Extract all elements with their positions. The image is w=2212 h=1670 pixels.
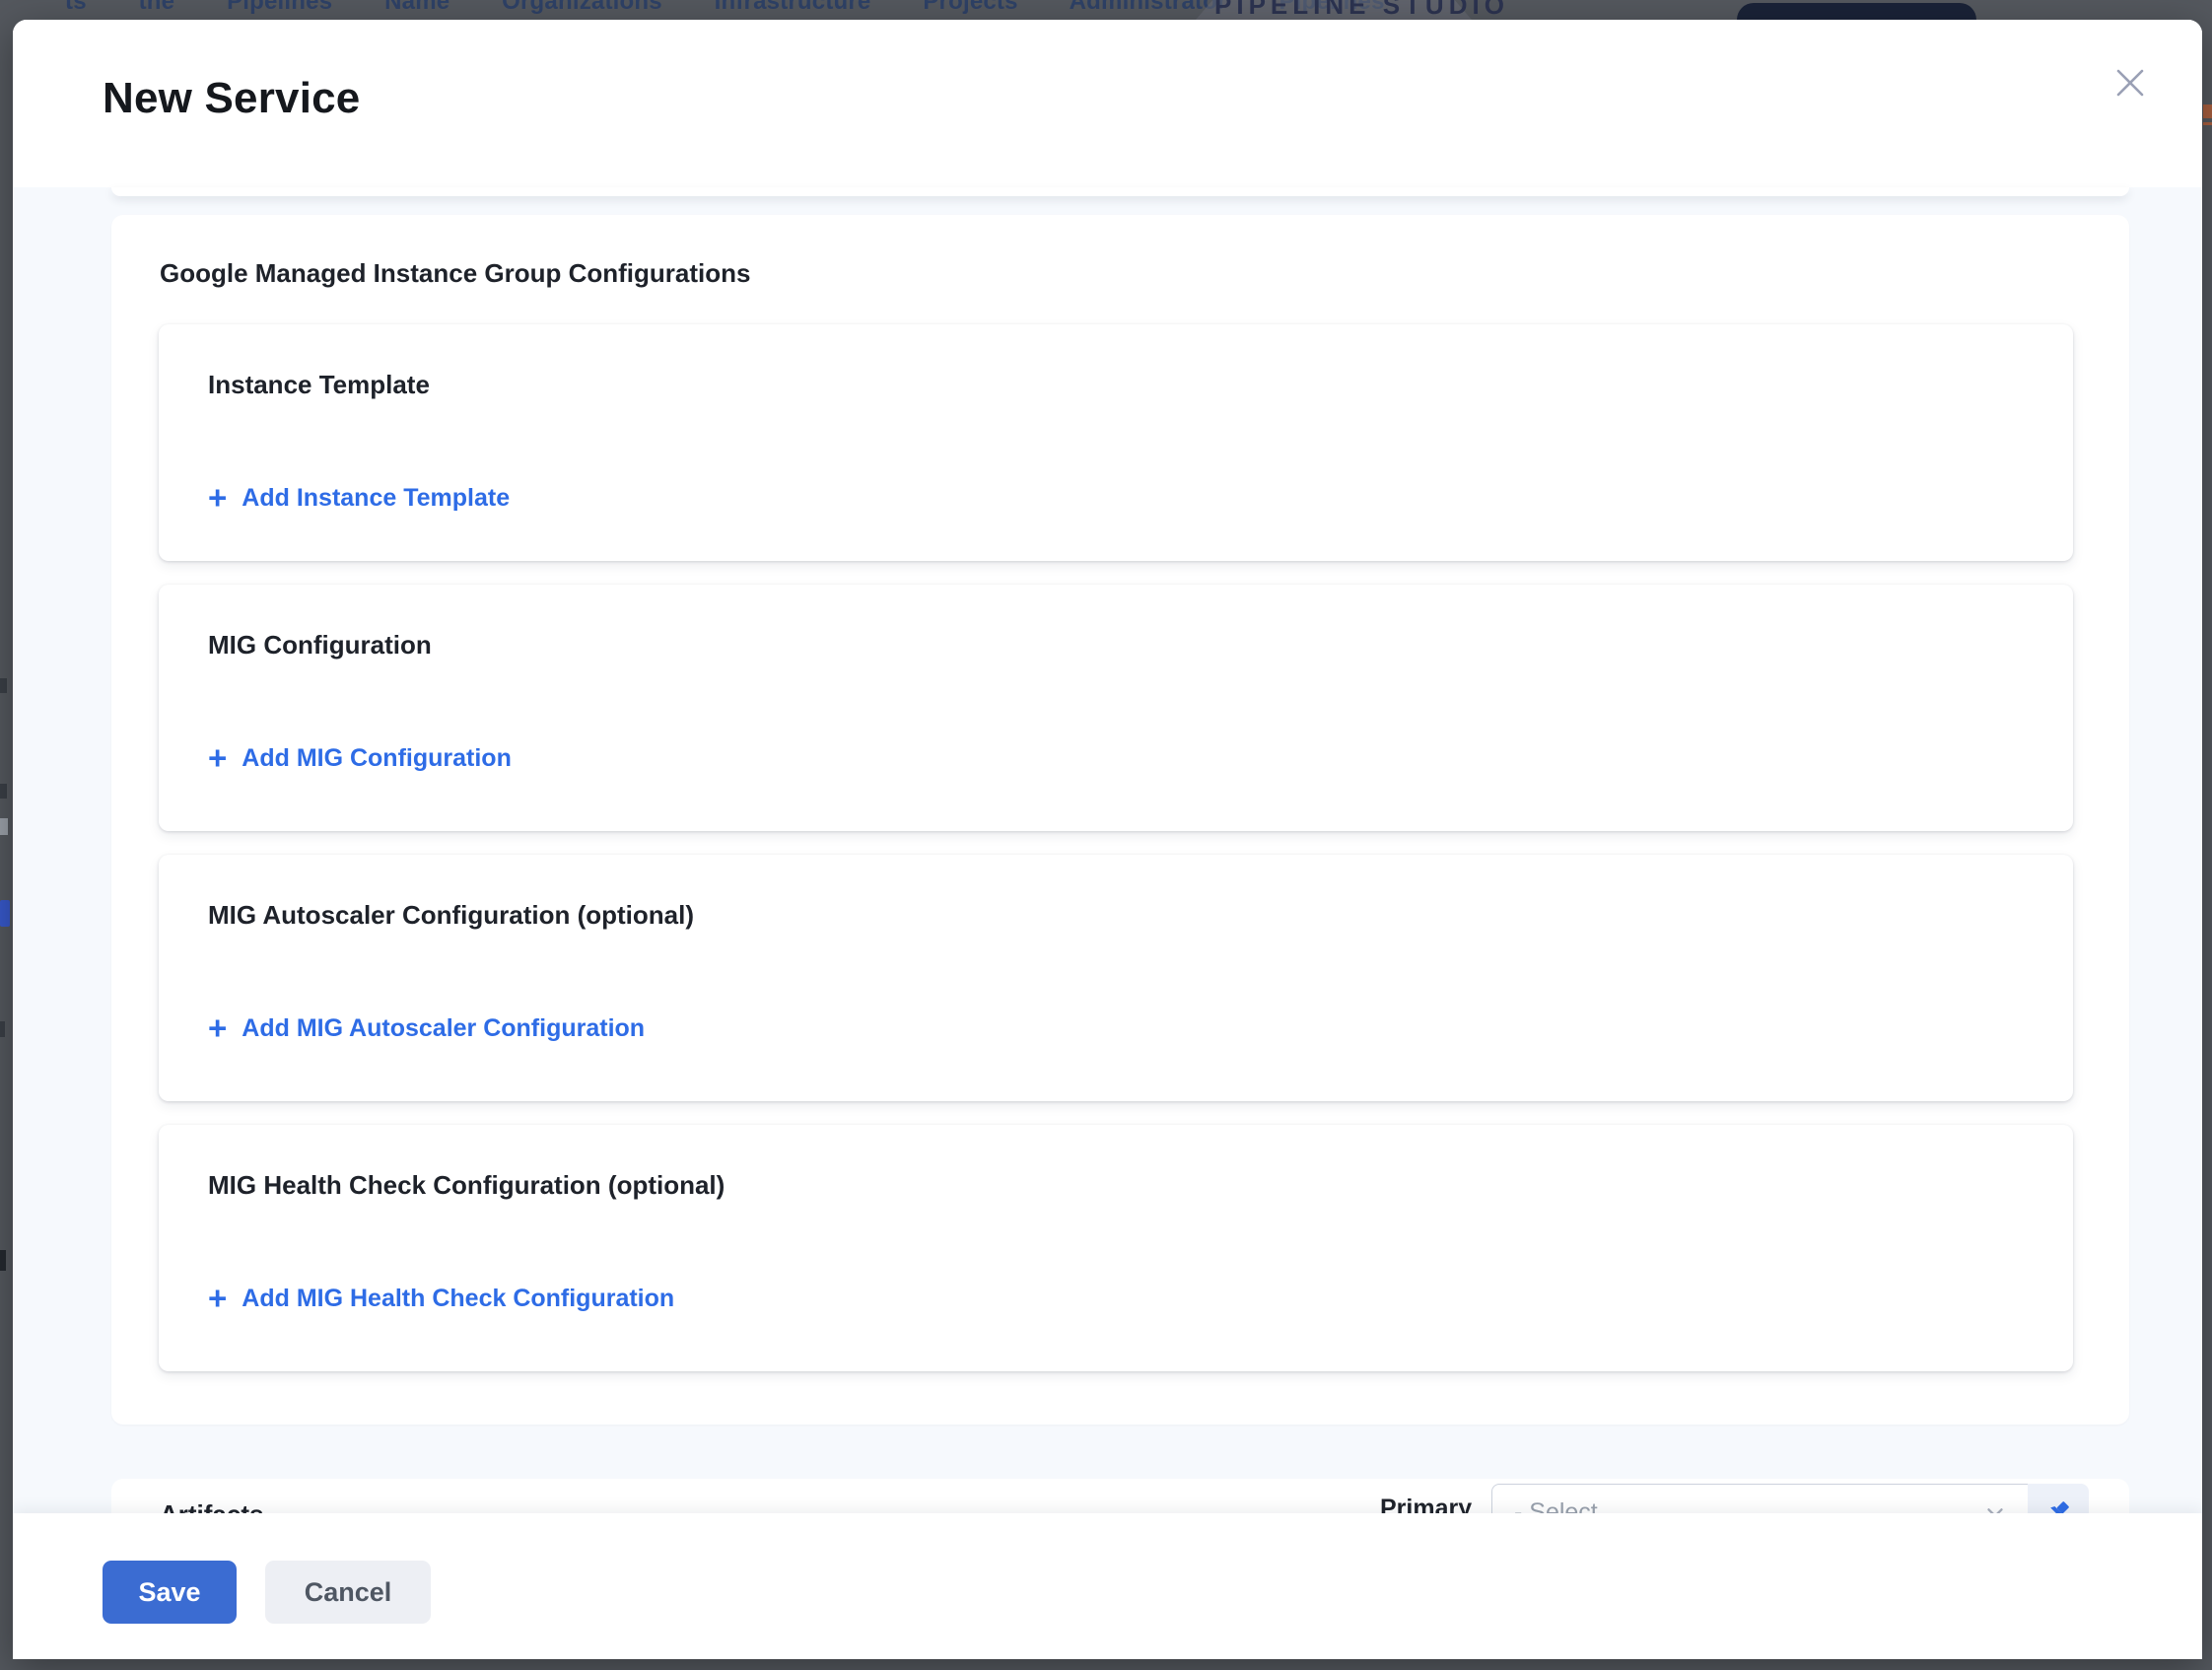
add-link-label: Add MIG Configuration (242, 744, 512, 773)
plus-icon: + (208, 486, 227, 510)
card-title: MIG Autoscaler Configuration (optional) (208, 900, 2024, 931)
background-link-fragment (2203, 122, 2212, 125)
card-title: MIG Health Check Configuration (optional… (208, 1170, 2024, 1201)
card-title: MIG Configuration (208, 630, 2024, 661)
background-fragment (0, 900, 10, 927)
background-link-fragment (2203, 104, 2212, 118)
background-fragment (0, 1021, 5, 1037)
instance-template-card: Instance Template + Add Instance Templat… (159, 324, 2073, 561)
section-heading: Google Managed Instance Group Configurat… (160, 258, 2073, 289)
background-fragment (0, 818, 8, 835)
mig-autoscaler-card: MIG Autoscaler Configuration (optional) … (159, 855, 2073, 1101)
add-mig-autoscaler-button[interactable]: + Add MIG Autoscaler Configuration (208, 1014, 645, 1043)
plus-icon: + (208, 1016, 227, 1040)
mig-configurations-section: Google Managed Instance Group Configurat… (111, 215, 2129, 1425)
card-title: Instance Template (208, 370, 2024, 400)
add-mig-health-check-button[interactable]: + Add MIG Health Check Configuration (208, 1285, 674, 1313)
add-instance-template-button[interactable]: + Add Instance Template (208, 484, 510, 513)
background-fragment (0, 678, 7, 693)
plus-icon: + (208, 746, 227, 770)
add-link-label: Add MIG Autoscaler Configuration (242, 1014, 645, 1043)
plus-icon: + (208, 1287, 227, 1310)
mig-health-check-card: MIG Health Check Configuration (optional… (159, 1125, 2073, 1371)
mig-configuration-card: MIG Configuration + Add MIG Configuratio… (159, 585, 2073, 831)
close-icon (2113, 66, 2147, 100)
add-link-label: Add Instance Template (242, 484, 510, 513)
background-fragment (0, 1250, 6, 1271)
new-service-dialog: New Service Google Managed Instance Grou… (13, 20, 2202, 1659)
dialog-footer: Save Cancel (13, 1513, 2202, 1659)
close-button[interactable] (2110, 63, 2150, 103)
add-mig-configuration-button[interactable]: + Add MIG Configuration (208, 744, 512, 773)
pipeline-studio-label: PIPELINE STUDIO (1214, 0, 1509, 21)
background-nav-fragments: ts the Pipelines Name Organizations Infr… (65, 0, 1385, 16)
dialog-title: New Service (103, 74, 360, 123)
dialog-header: New Service (13, 20, 2202, 187)
cancel-button[interactable]: Cancel (265, 1561, 431, 1624)
dialog-scroll-body[interactable]: Google Managed Instance Group Configurat… (13, 187, 2202, 1513)
add-link-label: Add MIG Health Check Configuration (242, 1285, 674, 1313)
save-button[interactable]: Save (103, 1561, 237, 1624)
previous-section-edge (111, 187, 2129, 196)
background-fragment (0, 784, 7, 799)
